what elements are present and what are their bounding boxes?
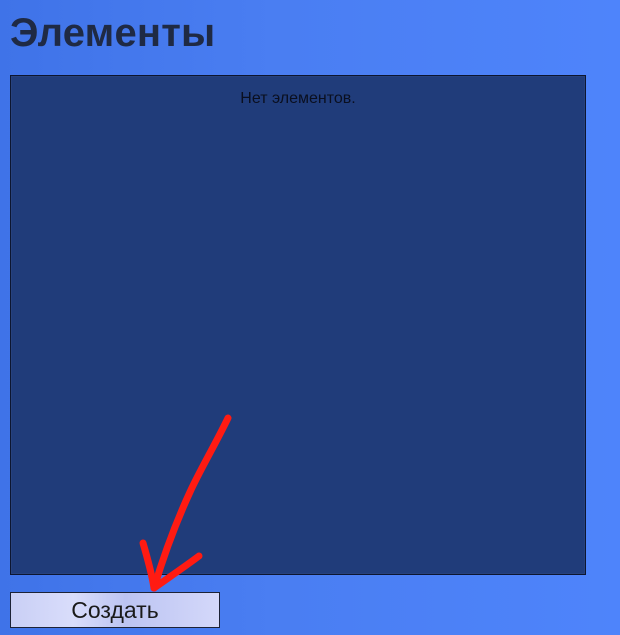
empty-list-message: Нет элементов. bbox=[240, 90, 356, 107]
items-list: Нет элементов. bbox=[10, 75, 586, 575]
page-title: Элементы bbox=[10, 11, 216, 55]
create-button[interactable]: Создать bbox=[10, 592, 220, 628]
